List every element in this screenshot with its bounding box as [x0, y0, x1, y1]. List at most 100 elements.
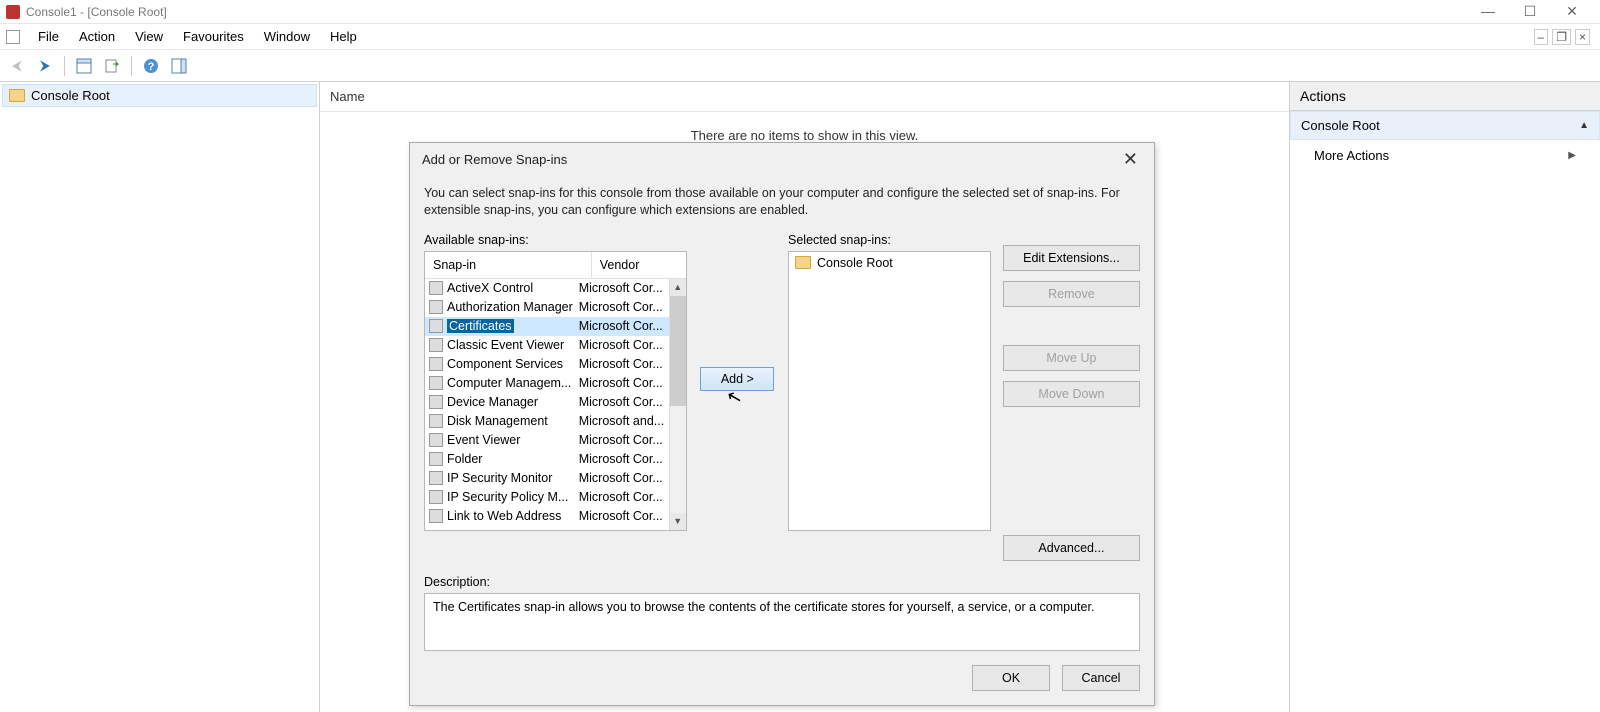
- move-up-button[interactable]: Move Up: [1003, 345, 1140, 371]
- snapin-row[interactable]: Authorization ManagerMicrosoft Cor...: [425, 298, 669, 317]
- remove-button[interactable]: Remove: [1003, 281, 1140, 307]
- menu-action[interactable]: Action: [69, 27, 125, 46]
- show-hide-action-pane-button[interactable]: [166, 54, 192, 78]
- close-window-button[interactable]: ✕: [1558, 3, 1586, 20]
- forward-button[interactable]: ⮞: [32, 54, 58, 78]
- snapin-row[interactable]: Device ManagerMicrosoft Cor...: [425, 393, 669, 412]
- back-button[interactable]: ⮜: [4, 54, 30, 78]
- snapin-icon: [429, 471, 443, 485]
- snapin-name: Component Services: [447, 357, 575, 371]
- folder-icon: [795, 256, 811, 269]
- description-text: The Certificates snap-in allows you to b…: [433, 600, 1094, 614]
- snapin-row[interactable]: Computer Managem...Microsoft Cor...: [425, 374, 669, 393]
- snapin-row[interactable]: Disk ManagementMicrosoft and...: [425, 412, 669, 431]
- mdi-restore-button[interactable]: ❐: [1552, 29, 1571, 45]
- snapin-icon: [429, 357, 443, 371]
- snapin-vendor: Microsoft Cor...: [575, 376, 669, 390]
- snapin-vendor: Microsoft Cor...: [575, 433, 669, 447]
- snapin-row[interactable]: Event ViewerMicrosoft Cor...: [425, 431, 669, 450]
- actions-root-node[interactable]: Console Root ▲: [1290, 111, 1600, 140]
- snapin-vendor: Microsoft Cor...: [575, 452, 669, 466]
- scroll-up-button[interactable]: ▲: [670, 279, 686, 296]
- selected-item-console-root[interactable]: Console Root: [791, 254, 988, 272]
- snapin-icon: [429, 452, 443, 466]
- snapin-icon: [429, 490, 443, 504]
- ok-button[interactable]: OK: [972, 665, 1050, 691]
- description-box: The Certificates snap-in allows you to b…: [424, 593, 1140, 651]
- actions-more-label: More Actions: [1314, 148, 1389, 163]
- dialog-title-bar[interactable]: Add or Remove Snap-ins ✕: [410, 143, 1154, 175]
- advanced-button[interactable]: Advanced...: [1003, 535, 1140, 561]
- snapin-row[interactable]: FolderMicrosoft Cor...: [425, 450, 669, 469]
- tree-node-label: Console Root: [31, 88, 110, 103]
- scroll-thumb[interactable]: [670, 296, 686, 406]
- scroll-track[interactable]: [670, 406, 686, 513]
- snapin-row[interactable]: IP Security Policy M...Microsoft Cor...: [425, 488, 669, 507]
- move-down-button[interactable]: Move Down: [1003, 381, 1140, 407]
- actions-root-label: Console Root: [1301, 118, 1380, 133]
- dialog-close-button[interactable]: ✕: [1119, 149, 1142, 170]
- snapin-name: Event Viewer: [447, 433, 575, 447]
- snapin-row[interactable]: Component ServicesMicrosoft Cor...: [425, 355, 669, 374]
- content-column-header[interactable]: Name: [320, 82, 1289, 112]
- menu-bar: File Action View Favourites Window Help …: [0, 24, 1600, 50]
- available-scrollbar[interactable]: ▲ ▼: [669, 279, 686, 530]
- snapin-vendor: Microsoft Cor...: [575, 281, 669, 295]
- menu-help[interactable]: Help: [320, 27, 367, 46]
- submenu-arrow-icon: ▶: [1568, 150, 1576, 161]
- column-header-snapin[interactable]: Snap-in: [425, 252, 592, 278]
- snapin-name: Link to Web Address: [447, 509, 575, 523]
- edit-extensions-button[interactable]: Edit Extensions...: [1003, 245, 1140, 271]
- snapin-row[interactable]: ActiveX ControlMicrosoft Cor...: [425, 279, 669, 298]
- add-remove-snapins-dialog: Add or Remove Snap-ins ✕ You can select …: [409, 142, 1155, 706]
- column-header-vendor[interactable]: Vendor: [592, 252, 686, 278]
- snapin-vendor: Microsoft and...: [575, 414, 669, 428]
- snapin-name: Computer Managem...: [447, 376, 575, 390]
- snapin-icon: [429, 395, 443, 409]
- svg-text:?: ?: [148, 61, 155, 73]
- available-snapins-list[interactable]: Snap-in Vendor ActiveX ControlMicrosoft …: [424, 251, 687, 531]
- help-icon: ?: [143, 58, 159, 74]
- export-icon: [104, 58, 120, 74]
- menu-favourites[interactable]: Favourites: [173, 27, 254, 46]
- snapin-row[interactable]: CertificatesMicrosoft Cor...: [425, 317, 669, 336]
- export-list-button[interactable]: [99, 54, 125, 78]
- menu-view[interactable]: View: [125, 27, 173, 46]
- actions-more-actions[interactable]: More Actions ▶: [1290, 140, 1600, 171]
- minimize-button[interactable]: —: [1474, 3, 1502, 20]
- menu-window[interactable]: Window: [254, 27, 320, 46]
- show-hide-tree-button[interactable]: [71, 54, 97, 78]
- add-button[interactable]: Add >: [700, 367, 774, 391]
- snapin-icon: [429, 414, 443, 428]
- mdi-close-button[interactable]: ×: [1575, 29, 1590, 45]
- scroll-down-button[interactable]: ▼: [670, 513, 686, 530]
- snapin-name: Authorization Manager: [447, 300, 575, 314]
- cancel-button[interactable]: Cancel: [1062, 665, 1140, 691]
- snapin-vendor: Microsoft Cor...: [575, 357, 669, 371]
- snapin-vendor: Microsoft Cor...: [575, 300, 669, 314]
- toolbar: ⮜ ⮞ ?: [0, 50, 1600, 82]
- tree-node-console-root[interactable]: Console Root: [2, 84, 317, 107]
- mdi-minimize-button[interactable]: –: [1534, 29, 1549, 45]
- snapin-name: Device Manager: [447, 395, 575, 409]
- snapin-row[interactable]: IP Security MonitorMicrosoft Cor...: [425, 469, 669, 488]
- dialog-title: Add or Remove Snap-ins: [422, 152, 567, 167]
- snapin-vendor: Microsoft Cor...: [575, 490, 669, 504]
- separator: [131, 56, 132, 76]
- document-icon: [6, 30, 20, 44]
- snapin-row[interactable]: Link to Web AddressMicrosoft Cor...: [425, 507, 669, 526]
- snapin-icon: [429, 338, 443, 352]
- selected-snapins-list[interactable]: Console Root: [788, 251, 991, 531]
- snapin-icon: [429, 376, 443, 390]
- tree-pane: Console Root: [0, 82, 320, 712]
- help-button[interactable]: ?: [138, 54, 164, 78]
- separator: [64, 56, 65, 76]
- snapin-vendor: Microsoft Cor...: [575, 338, 669, 352]
- snapin-icon: [429, 433, 443, 447]
- actions-pane: Actions Console Root ▲ More Actions ▶: [1290, 82, 1600, 712]
- snapin-name: IP Security Policy M...: [447, 490, 575, 504]
- menu-file[interactable]: File: [28, 27, 69, 46]
- snapin-row[interactable]: Classic Event ViewerMicrosoft Cor...: [425, 336, 669, 355]
- maximize-button[interactable]: ☐: [1516, 3, 1544, 20]
- snapin-vendor: Microsoft Cor...: [575, 509, 669, 523]
